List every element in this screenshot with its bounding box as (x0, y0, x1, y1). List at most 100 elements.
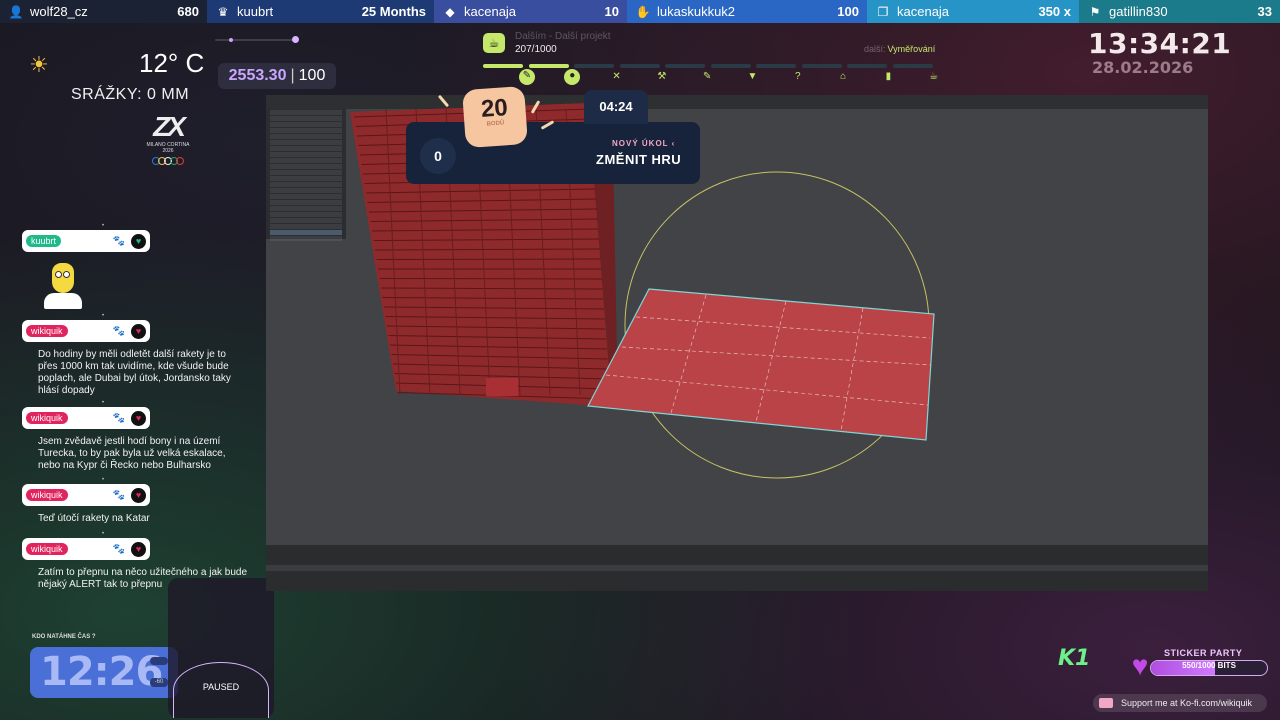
project-step-segment (847, 64, 887, 68)
heart-badge-icon: ♥ (131, 487, 146, 503)
score-max: 100 (298, 67, 326, 84)
timeline-track[interactable] (266, 565, 1208, 571)
cards-icon: ❐ (877, 4, 889, 19)
project-step-segment (801, 64, 842, 68)
heart-badge-icon: ♥ (131, 541, 146, 557)
drop-icon: ● (564, 69, 581, 85)
chat-user-bar: kuubrt 🐾 ♥ (22, 230, 150, 252)
timer-plus-badge (150, 657, 168, 665)
score-counter: 2553.30 | 100 (218, 63, 336, 89)
k1-logo: K1 (1058, 646, 1091, 671)
coffee-icon: ☕ (929, 71, 939, 82)
ticker-value: 100 (837, 4, 859, 19)
chat-user-bar: wikiquik 🐾 ♥ (22, 484, 150, 506)
timer-label: KDO NATÁHNE ČAS ? (32, 634, 96, 640)
ticker-value: 25 Months (361, 4, 426, 19)
chat-user-bar: wikiquik 🐾 ♥ (22, 538, 150, 560)
project-step-segment (710, 64, 751, 68)
timer-value: 12:26 (40, 649, 163, 695)
ticker-name: kacenaja (897, 4, 950, 19)
sun-icon: ☀ (29, 52, 49, 77)
chat-username[interactable]: wikiquik (26, 489, 68, 501)
ticker-name: gatillin830 (1109, 4, 1168, 19)
paw-icon: 🐾 (112, 235, 125, 247)
project-steps-bar (483, 64, 943, 68)
timer-minus-badge: -60 (150, 678, 168, 687)
coffee-icon: ☕ (483, 33, 505, 53)
ticker-item: 👤 wolf28_cz 680 (0, 0, 207, 23)
ticker-name: lukaskukkuk2 (657, 4, 736, 19)
ticker-item: ⚑ gatillin830 33 (1079, 0, 1280, 23)
project-count: 207/1000 (515, 44, 557, 55)
timeline-panel[interactable] (266, 545, 1208, 591)
clock-time: 13:34:21 (1088, 27, 1232, 60)
game-widget: 0 20 BODŮ 04:24 NOVÝ ÚKOL ‹ ZMĚNIT HRU (406, 85, 700, 184)
project-step-segment (619, 64, 660, 68)
ticker-name: kuubrt (237, 4, 274, 19)
kofi-banner[interactable]: Support me at Ko-fi.com/wikiquik (1093, 694, 1267, 712)
chat-username[interactable]: kuubrt (26, 235, 62, 247)
chat-username[interactable]: wikiquik (26, 543, 68, 555)
ticker-value: 680 (177, 4, 199, 19)
extend-timer-widget: KDO NATÁHNE ČAS ? 12:26 -60 (30, 630, 178, 698)
diamond-icon: ◆ (445, 4, 455, 19)
project-title: Dalším - Další projekt (515, 31, 611, 42)
ticker-item: ❐ kacenaja 350 x (867, 0, 1079, 23)
heart-icon: ♥ (1131, 650, 1149, 681)
crown-icon: ♛ (217, 4, 229, 19)
user-plus-icon: 👤 (8, 4, 24, 19)
score-separator: | (290, 67, 295, 84)
chat-user-bar: wikiquik 🐾 ♥ (22, 407, 150, 429)
heart-badge-icon: ♥ (131, 233, 146, 249)
question-icon: ? (795, 71, 801, 82)
kofi-text: Support me at Ko-fi.com/wikiquik (1121, 698, 1253, 708)
project-step-segment (892, 64, 933, 68)
kofi-cup-icon (1099, 698, 1113, 708)
chat-text: Do hodiny by měli odletět další rakety j… (38, 349, 231, 396)
alerts-ticker: 👤 wolf28_cz 680 ♛ kuubrt 25 Months ◆ kacenaja 10… (0, 0, 1280, 23)
temperature: 12° C (139, 48, 205, 78)
project-step-segment (483, 64, 523, 68)
cross-icon: ✕ (612, 71, 621, 82)
change-game-button[interactable]: ZMĚNIT HRU (596, 152, 681, 167)
chat-username[interactable]: wikiquik (26, 325, 68, 337)
ticker-value: 33 (1257, 4, 1272, 19)
chat-username[interactable]: wikiquik (26, 412, 68, 424)
webcam-frame: PAUSED (168, 578, 274, 718)
project-step-segment (528, 64, 569, 68)
ticker-name: kacenaja (464, 4, 517, 19)
bucket-icon: ▼ (747, 71, 758, 82)
bookmark-icon: ▮ (885, 71, 892, 82)
project-step-segment (665, 64, 705, 68)
sticker-progress-text: 550/1000 BITS (1182, 661, 1236, 670)
raid-icon: ⚑ (1089, 4, 1101, 19)
new-task-label: NOVÝ ÚKOL ‹ (612, 139, 676, 148)
ticker-value: 350 x (1038, 4, 1071, 19)
paw-icon: 🐾 (112, 489, 125, 501)
project-step-icons: ✎ ● ✕ ⚒ ✎ ▼? ⌂ ▮ ☕ (483, 69, 943, 86)
house-icon: ⌂ (840, 71, 847, 82)
project-progress: ☕ Dalším - Další projekt 207/1000 další:… (483, 31, 943, 92)
paw-icon: 🐾 (112, 543, 125, 555)
paused-label: PAUSED (202, 682, 240, 692)
game-score: 0 (420, 138, 456, 174)
ticker-value: 10 (604, 4, 619, 19)
ticker-item: ◆ kacenaja 10 (434, 0, 627, 23)
gift-sub-icon: ✋ (635, 4, 651, 19)
sticker-party-goal: STICKER PARTY 550/1000 BITS ♥ (1124, 648, 1272, 681)
chat-text: Jsem zvědavě jestli hodí bony i na území… (38, 436, 226, 471)
ticker-name: wolf28_cz (30, 4, 88, 19)
clock-date: 28.02.2026 (1092, 58, 1194, 77)
next-step: další: Vyměřování (864, 44, 936, 54)
olympic-rings-icon (138, 157, 198, 165)
olympics-logo: ZX MILANO CORTINA 2026 (138, 112, 198, 174)
project-step-segment (756, 64, 796, 68)
project-step-segment (574, 64, 614, 68)
points-badge: 20 BODŮ (462, 85, 528, 149)
ticker-item: ♛ kuubrt 25 Months (207, 0, 434, 23)
ticker-item: ✋ lukaskukkuk2 100 (627, 0, 867, 23)
chat-user-bar: wikiquik 🐾 ♥ (22, 320, 150, 342)
paw-icon: 🐾 (112, 325, 125, 337)
paw-icon: 🐾 (112, 412, 125, 424)
plane-model (587, 288, 935, 441)
